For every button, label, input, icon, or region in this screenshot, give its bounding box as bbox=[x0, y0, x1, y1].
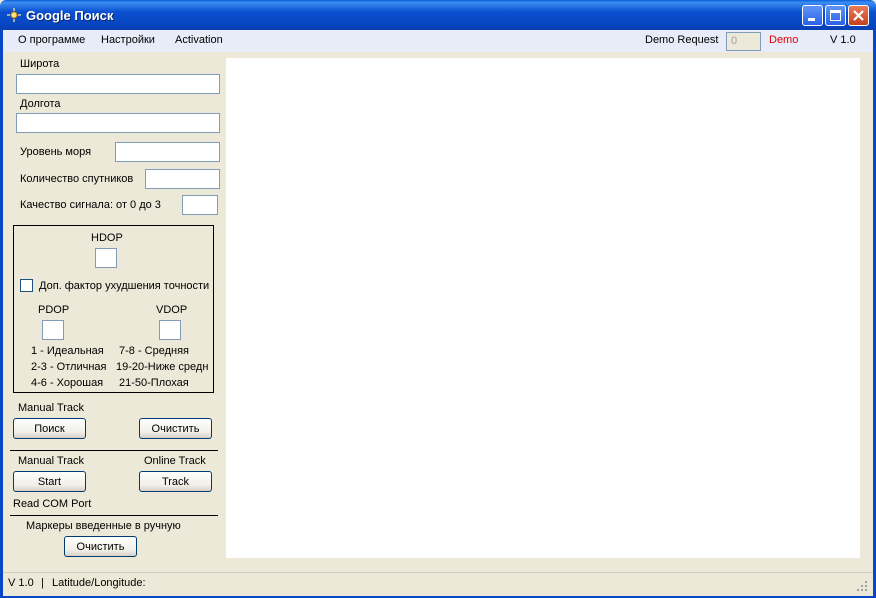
sea-level-input[interactable] bbox=[115, 142, 220, 162]
demo-request-field[interactable]: 0 bbox=[726, 32, 761, 51]
vdop-input[interactable] bbox=[159, 320, 181, 340]
window-frame-left bbox=[0, 30, 3, 598]
status-coords-label: Latitude/Longitude: bbox=[52, 577, 146, 589]
legend-item: 2-3 - Отличная bbox=[31, 361, 107, 373]
menu-activation[interactable]: Activation bbox=[175, 34, 223, 46]
status-divider: | bbox=[41, 577, 44, 589]
manual-track-label: Manual Track bbox=[18, 455, 85, 467]
legend-item: 7-8 - Средняя bbox=[119, 345, 190, 357]
divider bbox=[10, 450, 218, 451]
pdop-input[interactable] bbox=[42, 320, 64, 340]
satellites-input[interactable] bbox=[145, 169, 220, 189]
demo-label: Demo bbox=[769, 34, 799, 46]
search-button[interactable]: Поиск bbox=[13, 418, 86, 439]
dop-factor-label: Доп. фактор ухудшения точности bbox=[39, 280, 210, 292]
hdop-label: HDOP bbox=[91, 232, 123, 244]
signal-quality-label: Качество сигнала: от 0 до 3 bbox=[20, 199, 161, 211]
longitude-input[interactable] bbox=[16, 113, 220, 133]
satellites-label: Количество спутников bbox=[20, 173, 134, 185]
status-version: V 1.0 bbox=[8, 577, 34, 589]
sea-level-label: Уровень моря bbox=[20, 146, 92, 158]
map-panel[interactable] bbox=[226, 58, 860, 558]
divider bbox=[10, 515, 218, 516]
close-icon bbox=[853, 10, 864, 21]
vdop-label: VDOP bbox=[156, 304, 188, 316]
legend-item: 19-20-Ниже средн bbox=[116, 361, 209, 373]
pdop-label: PDOP bbox=[38, 304, 70, 316]
clear-markers-button[interactable]: Очистить bbox=[64, 536, 137, 557]
dop-factor-checkbox[interactable] bbox=[20, 279, 33, 292]
start-button[interactable]: Start bbox=[13, 471, 86, 492]
maximize-button[interactable] bbox=[825, 5, 846, 26]
legend-item: 1 - Идеальная bbox=[31, 345, 104, 357]
legend-item: 4-6 - Хорошая bbox=[31, 377, 104, 389]
longitude-label: Долгота bbox=[20, 98, 61, 110]
online-track-label: Online Track bbox=[144, 455, 206, 467]
read-com-port-label: Read COM Port bbox=[13, 498, 92, 510]
signal-quality-input[interactable] bbox=[182, 195, 218, 215]
version-label: V 1.0 bbox=[830, 34, 856, 46]
resize-grip-icon[interactable] bbox=[856, 580, 868, 592]
maximize-icon bbox=[830, 10, 841, 21]
demo-request-label: Demo Request bbox=[645, 34, 719, 46]
legend-item: 21-50-Плохая bbox=[119, 377, 189, 389]
menu-about[interactable]: О программе bbox=[18, 34, 85, 46]
title-bar[interactable] bbox=[0, 0, 876, 30]
minimize-icon bbox=[808, 18, 815, 21]
markers-title: Маркеры введенные в ручную bbox=[26, 520, 181, 532]
manual-track-title: Manual Track bbox=[18, 402, 85, 414]
app-icon bbox=[7, 8, 21, 22]
menu-settings[interactable]: Настройки bbox=[101, 34, 155, 46]
window-title: Google Поиск bbox=[26, 8, 114, 23]
latitude-label: Широта bbox=[20, 58, 60, 70]
hdop-input[interactable] bbox=[95, 248, 117, 268]
close-button[interactable] bbox=[848, 5, 869, 26]
latitude-input[interactable] bbox=[16, 74, 220, 94]
minimize-button[interactable] bbox=[802, 5, 823, 26]
clear-track-button[interactable]: Очистить bbox=[139, 418, 212, 439]
track-button[interactable]: Track bbox=[139, 471, 212, 492]
